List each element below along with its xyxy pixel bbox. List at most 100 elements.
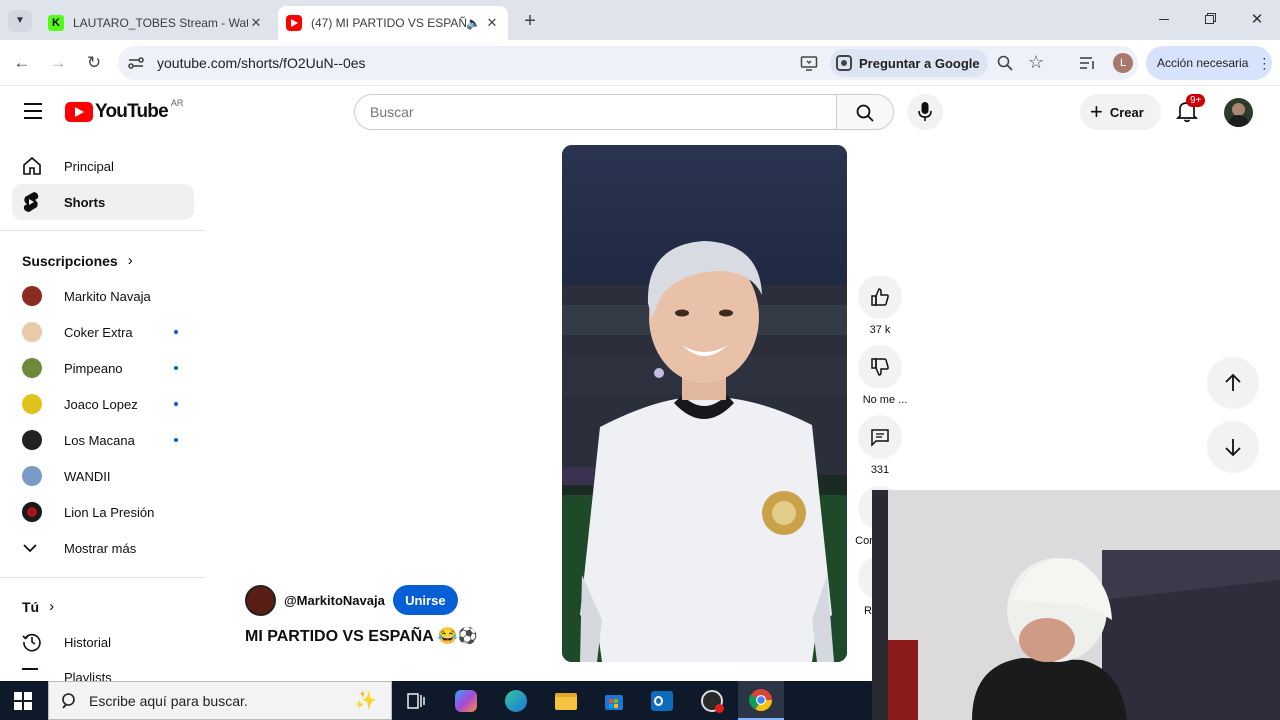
subscription-item[interactable]: Los Macana [12,422,194,458]
next-short-button[interactable] [1207,421,1259,473]
create-button[interactable]: + Crear [1080,94,1161,130]
action-needed-label: Acción necesaria [1157,56,1249,70]
sparkle-icon: ✨ [354,690,377,710]
channel-name: Los Macana [64,432,135,448]
taskbar-search-placeholder: Escribe aquí para buscar. [89,692,248,709]
action-needed-button[interactable]: Acción necesaria ⋮ [1146,46,1272,80]
browser-tab-bar: ▼ K LAUTARO_TOBES Stream - Watch ✕ (47) … [0,0,1280,40]
menu-hamburger-icon[interactable] [24,103,42,119]
close-window-button[interactable]: ✕ [1248,10,1266,28]
short-title[interactable]: MI PARTIDO VS ESPAÑA 😂⚽ [245,626,477,646]
channel-handle[interactable]: @MarkitoNavaja [284,593,385,608]
dislike-label: No me ... [862,394,908,406]
reload-button[interactable]: ↻ [82,51,106,75]
join-button[interactable]: Unirse [392,585,458,615]
url-text[interactable]: youtube.com/shorts/fO2UuN--0es [157,55,366,71]
new-content-dot [174,366,178,370]
zoom-icon[interactable] [996,54,1014,72]
comments-button[interactable] [858,415,902,459]
subscription-item[interactable]: Lion La Presión [12,494,194,530]
subscription-item[interactable]: Joaco Lopez [12,386,194,422]
channel-avatar [22,358,42,378]
subscriptions-heading-label: Suscripciones [22,252,118,269]
browser-tab[interactable]: K LAUTARO_TOBES Stream - Watch ✕ [40,6,272,40]
you-heading[interactable]: Tú › [22,598,54,615]
sidebar-item-principal[interactable]: Principal [12,148,194,184]
shorts-video-player[interactable] [562,145,847,662]
more-menu-icon[interactable]: ⋮ [1257,55,1271,72]
copilot-icon[interactable] [446,685,486,717]
site-settings-icon[interactable] [126,53,146,73]
google-lens-icon [836,55,852,71]
sidebar-item-label: Playlists [64,670,112,682]
youtube-logo[interactable]: YouTube AR [65,98,183,123]
ask-google-button[interactable]: Preguntar a Google [830,49,988,77]
chevron-right-icon: › [49,598,55,615]
channel-avatar [22,466,42,486]
new-content-dot [174,330,178,334]
channel-name: Lion La Presión [64,504,155,520]
file-explorer-icon[interactable] [546,685,586,717]
dislike-button[interactable] [858,345,902,389]
restore-window-button[interactable] [1204,12,1218,26]
thumbs-down-icon [871,358,889,376]
subscription-item[interactable]: Coker Extra [12,314,194,350]
voice-search-button[interactable] [907,94,943,130]
show-more-button[interactable]: Mostrar más [12,530,194,566]
chrome-browser-icon[interactable] [738,681,784,720]
new-tab-button[interactable]: + [518,9,542,33]
thumbs-up-icon [871,288,889,306]
channel-name: Joaco Lopez [64,396,138,412]
task-view-icon[interactable] [396,685,436,717]
close-tab-icon[interactable]: ✕ [248,15,264,31]
previous-short-button[interactable] [1207,357,1259,409]
search-icon [62,692,75,709]
history-icon [12,632,52,652]
audio-playing-icon[interactable]: 🔈 [466,16,484,30]
windows-logo-icon [14,692,32,710]
arrow-up-icon [1225,373,1241,391]
minimize-window-button[interactable] [1156,12,1172,28]
forward-button[interactable]: → [46,51,70,75]
account-avatar[interactable] [1224,98,1253,127]
microsoft-store-icon[interactable] [594,685,634,717]
search-button[interactable] [836,94,894,130]
video-frame-image [562,145,847,662]
install-app-icon[interactable] [800,54,818,72]
reading-list-icon[interactable] [1078,54,1096,72]
sidebar-item-shorts[interactable]: Shorts [12,184,194,220]
sidebar-item-historial[interactable]: Historial [12,624,194,660]
comment-icon [871,429,889,447]
outlook-icon[interactable] [642,685,682,717]
obs-studio-icon[interactable] [692,685,732,717]
omnibox[interactable]: youtube.com/shorts/fO2UuN--0es Preguntar… [118,46,1138,80]
channel-name: Pimpeano [64,360,123,376]
bookmark-star-icon[interactable]: ☆ [1028,52,1048,72]
sidebar: Principal Shorts Suscripciones › Markito… [0,138,206,682]
subscription-item[interactable]: Markito Navaja [12,278,194,314]
browser-tab-active[interactable]: (47) MI PARTIDO VS ESPAÑA 🔈 ✕ [278,6,508,40]
channel-avatar [22,286,42,306]
start-button[interactable] [14,692,32,710]
subscription-item[interactable]: Pimpeano [12,350,194,386]
notifications-button[interactable]: 9+ [1175,94,1206,123]
back-button[interactable]: ← [10,51,34,75]
show-more-label: Mostrar más [64,540,137,556]
subscriptions-heading[interactable]: Suscripciones › [22,252,133,269]
chevron-down-icon [12,543,52,553]
channel-name: Coker Extra [64,324,133,340]
home-icon [12,156,52,176]
sidebar-item-label: Historial [64,634,111,650]
profile-avatar[interactable]: L [1113,53,1133,73]
search-input[interactable] [355,95,836,129]
tab-list-dropdown-icon[interactable]: ▼ [8,10,32,32]
taskbar-search[interactable]: Escribe aquí para buscar. ✨ [48,681,392,720]
windows-taskbar: Escribe aquí para buscar. ✨ [0,681,872,720]
search-icon [856,104,874,122]
channel-avatar[interactable] [245,584,276,616]
sidebar-item-playlists[interactable]: Playlists [12,660,194,682]
edge-browser-icon[interactable] [496,685,536,717]
subscription-item[interactable]: WANDII [12,458,194,494]
like-button[interactable] [858,275,902,319]
close-tab-icon[interactable]: ✕ [484,15,500,31]
